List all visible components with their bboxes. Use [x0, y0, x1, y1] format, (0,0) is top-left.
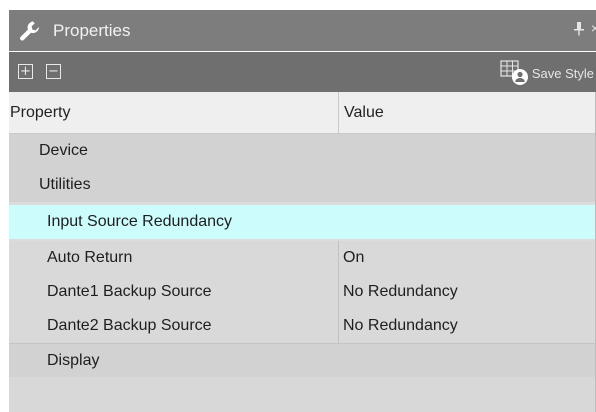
collapse-all-button[interactable]: −	[46, 64, 61, 79]
category-row-input-source-redundancy[interactable]: Input Source Redundancy	[9, 205, 596, 239]
row-value[interactable]: No Redundancy	[338, 275, 596, 309]
toolbar: + − Save Style	[9, 52, 596, 92]
row-property-label: Dante2 Backup Source	[47, 317, 212, 334]
property-row-dante2-backup-source[interactable]: Dante2 Backup Source No Redundancy	[9, 309, 596, 344]
close-icon[interactable]: ×	[591, 20, 596, 36]
grid-empty-area	[9, 377, 596, 412]
plus-box-icon: +	[20, 64, 31, 79]
save-style-button[interactable]: Save Style	[500, 60, 594, 86]
property-row-auto-return[interactable]: Auto Return On	[9, 241, 596, 276]
pin-icon[interactable]	[574, 22, 584, 39]
row-property-label: Dante1 Backup Source	[47, 283, 212, 300]
panel-title: Properties	[53, 20, 131, 40]
column-header-property[interactable]: Property	[10, 92, 336, 133]
category-row-device[interactable]: Device	[9, 134, 596, 168]
category-row-display[interactable]: Display	[9, 344, 596, 378]
wrench-icon	[17, 18, 43, 44]
category-row-utilities[interactable]: Utilities	[9, 168, 596, 202]
row-property-label: Input Source Redundancy	[47, 213, 233, 230]
row-property-label: Display	[47, 352, 100, 369]
row-property-label: Auto Return	[47, 249, 133, 266]
column-header-value[interactable]: Value	[338, 92, 596, 133]
row-value[interactable]: No Redundancy	[338, 309, 596, 343]
row-value[interactable]: On	[338, 241, 596, 275]
property-grid: Property Value Device Utilities Input So…	[9, 92, 596, 412]
row-property-label: Device	[39, 142, 88, 159]
title-bar[interactable]: Properties ×	[9, 10, 596, 51]
row-property-label: Utilities	[39, 176, 91, 193]
properties-panel: Properties × + − Save Style Property Val…	[0, 0, 596, 412]
save-style-label: Save Style	[531, 65, 594, 81]
grid-header: Property Value	[9, 92, 596, 134]
grid-user-icon	[500, 60, 528, 85]
expand-all-button[interactable]: +	[18, 64, 33, 79]
property-row-dante1-backup-source[interactable]: Dante1 Backup Source No Redundancy	[9, 275, 596, 310]
minus-box-icon: −	[48, 64, 59, 79]
